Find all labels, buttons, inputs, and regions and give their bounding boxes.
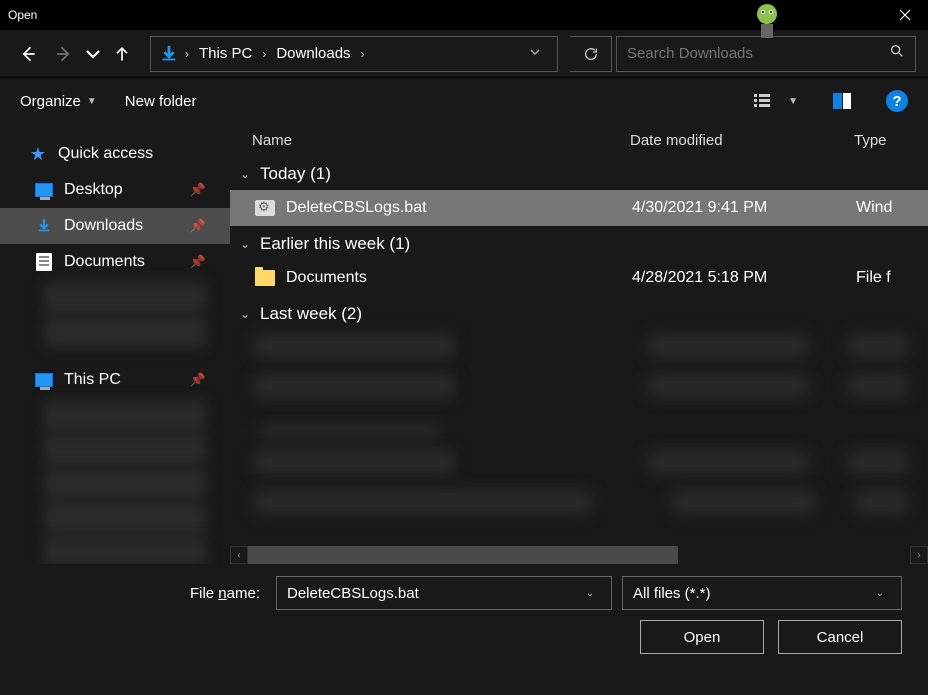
scroll-left-button[interactable]: ‹ [230, 546, 248, 564]
dropdown-arrow-icon: ⌄ [869, 588, 891, 599]
dropdown-arrow-icon[interactable]: ▼ [788, 96, 798, 107]
sidebar-quick-access[interactable]: ★ Quick access [0, 136, 230, 172]
navigation-sidebar: ★ Quick access Desktop 📌 Downloads 📌 Doc… [0, 124, 230, 564]
documents-icon [34, 252, 54, 272]
file-row-redacted[interactable] [254, 450, 908, 486]
breadcrumb-downloads[interactable]: Downloads [270, 45, 356, 62]
back-button[interactable] [12, 38, 44, 70]
breadcrumb-this-pc[interactable]: This PC [193, 45, 258, 62]
scroll-right-button[interactable]: › [910, 546, 928, 564]
pin-icon: 📌 [190, 182, 206, 198]
chevron-right-icon[interactable]: › [262, 47, 266, 61]
sidebar-item-this-pc[interactable]: This PC 📌 [0, 362, 230, 398]
cancel-button[interactable]: Cancel [778, 620, 902, 654]
column-headers: Name Date modified Type [230, 124, 928, 156]
horizontal-scrollbar[interactable]: ‹ › [230, 546, 928, 564]
scroll-thumb[interactable] [248, 546, 678, 564]
file-row-redacted[interactable] [254, 374, 908, 410]
file-row[interactable]: Documents 4/28/2021 5:18 PM File f [230, 260, 928, 296]
search-box[interactable] [616, 36, 916, 72]
filename-label: File name: [26, 585, 266, 602]
new-folder-button[interactable]: New folder [125, 93, 197, 110]
address-bar[interactable]: › This PC › Downloads › [150, 36, 558, 72]
bat-file-icon [254, 197, 276, 219]
search-icon[interactable] [881, 43, 905, 64]
group-earlier-this-week[interactable]: ⌄ Earlier this week (1) [230, 226, 928, 260]
sidebar-item-redacted[interactable] [44, 536, 206, 564]
group-redacted[interactable]: ⌄ [230, 414, 928, 446]
sidebar-item-redacted[interactable] [44, 468, 206, 500]
downloads-icon [34, 216, 54, 236]
title-bar: Open [0, 0, 928, 30]
address-dropdown[interactable] [519, 45, 551, 63]
column-date-modified[interactable]: Date modified [630, 132, 854, 149]
pin-icon: 📌 [190, 254, 206, 270]
up-button[interactable] [106, 38, 138, 70]
file-type-filter[interactable]: All files (*.*) ⌄ [622, 576, 902, 610]
preview-pane-button[interactable] [828, 87, 856, 115]
navigation-bar: › This PC › Downloads › [0, 30, 928, 78]
bottom-panel: File name: ⌄ All files (*.*) ⌄ Open Canc… [0, 564, 928, 672]
folder-icon [254, 267, 276, 289]
sidebar-item-documents[interactable]: Documents 📌 [0, 244, 230, 280]
sidebar-item-redacted[interactable] [44, 282, 206, 314]
filename-input-container[interactable]: ⌄ [276, 576, 612, 610]
toolbar: Organize ▼ New folder ▼ ? [0, 78, 928, 124]
refresh-button[interactable] [570, 36, 612, 72]
file-row-redacted[interactable] [254, 490, 908, 526]
filename-dropdown[interactable]: ⌄ [579, 588, 601, 599]
column-type[interactable]: Type [854, 132, 928, 149]
group-today[interactable]: ⌄ Today (1) [230, 156, 928, 190]
pin-icon: 📌 [190, 372, 206, 388]
window-title: Open [8, 8, 37, 22]
column-name[interactable]: Name [252, 132, 630, 149]
pin-icon: 📌 [190, 218, 206, 234]
recent-dropdown[interactable] [84, 38, 102, 70]
file-row-redacted[interactable] [254, 334, 908, 370]
file-list: ⌄ Today (1) DeleteCBSLogs.bat 4/30/2021 … [230, 156, 928, 546]
chevron-down-icon: ⌄ [240, 167, 252, 181]
close-button[interactable] [890, 0, 920, 30]
chevron-down-icon: ⌄ [240, 237, 252, 251]
file-list-area: Name Date modified Type ⌄ Today (1) Dele… [230, 124, 928, 564]
search-input[interactable] [627, 45, 881, 62]
organize-button[interactable]: Organize ▼ [20, 93, 97, 110]
desktop-icon [34, 180, 54, 200]
file-row[interactable]: DeleteCBSLogs.bat 4/30/2021 9:41 PM Wind [230, 190, 928, 226]
help-button[interactable]: ? [886, 90, 908, 112]
dropdown-arrow-icon: ▼ [87, 96, 97, 107]
chevron-right-icon[interactable]: › [185, 47, 189, 61]
forward-button[interactable] [48, 38, 80, 70]
star-icon: ★ [28, 144, 48, 164]
view-options-button[interactable] [748, 87, 776, 115]
sidebar-item-desktop[interactable]: Desktop 📌 [0, 172, 230, 208]
sidebar-item-redacted[interactable] [44, 316, 206, 348]
open-button[interactable]: Open [640, 620, 764, 654]
this-pc-icon [34, 370, 54, 390]
filename-input[interactable] [287, 585, 579, 602]
sidebar-item-downloads[interactable]: Downloads 📌 [0, 208, 230, 244]
sidebar-item-redacted[interactable] [44, 434, 206, 466]
sidebar-item-redacted[interactable] [44, 400, 206, 432]
group-last-week[interactable]: ⌄ Last week (2) [230, 296, 928, 330]
scroll-track[interactable] [248, 546, 910, 564]
main-content: ★ Quick access Desktop 📌 Downloads 📌 Doc… [0, 124, 928, 564]
sidebar-item-redacted[interactable] [44, 502, 206, 534]
chevron-down-icon: ⌄ [240, 307, 252, 321]
downloads-location-icon [157, 42, 181, 66]
chevron-right-icon[interactable]: › [361, 47, 365, 61]
